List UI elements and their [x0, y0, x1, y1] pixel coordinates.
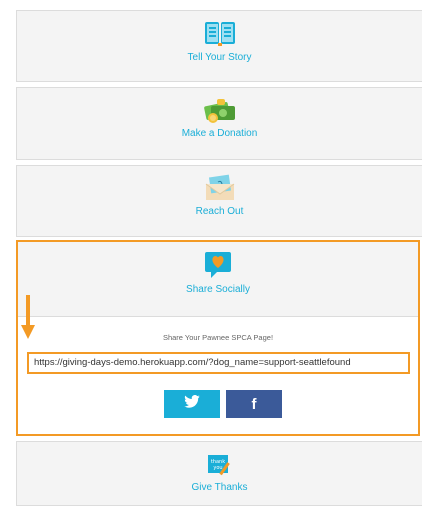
arrow-down-icon [21, 295, 35, 346]
svg-text:you: you [213, 465, 222, 471]
twitter-share-button[interactable] [164, 390, 220, 418]
card-reach-out[interactable]: Reach Out [16, 165, 422, 237]
card-give-thanks[interactable]: thank you Give Thanks [16, 441, 422, 506]
card-share-socially[interactable]: Share Socially [18, 242, 418, 317]
share-socially-highlight: Share Socially Share Your Pawnee SPCA Pa… [16, 240, 420, 436]
facebook-share-button[interactable]: f [226, 390, 282, 418]
envelope-icon [204, 174, 236, 207]
open-book-icon [204, 21, 236, 52]
card-label: Make a Donation [181, 128, 258, 139]
card-tell-your-story[interactable]: Tell Your Story [16, 10, 422, 82]
money-bag-icon [203, 96, 237, 129]
thank-you-card-icon: thank you [205, 452, 235, 483]
card-label: Tell Your Story [187, 52, 252, 63]
share-caption: Share Your Pawnee SPCA Page! [162, 333, 274, 342]
card-label: Share Socially [186, 284, 250, 295]
card-label: Give Thanks [191, 482, 248, 493]
card-make-a-donation[interactable]: Make a Donation [16, 87, 422, 160]
facebook-icon: f [251, 395, 257, 413]
share-url-field[interactable]: https://giving-days-demo.herokuapp.com/?… [27, 352, 410, 374]
card-label: Reach Out [195, 206, 244, 217]
heart-speech-bubble-icon [203, 250, 233, 285]
twitter-bird-icon [184, 395, 200, 413]
